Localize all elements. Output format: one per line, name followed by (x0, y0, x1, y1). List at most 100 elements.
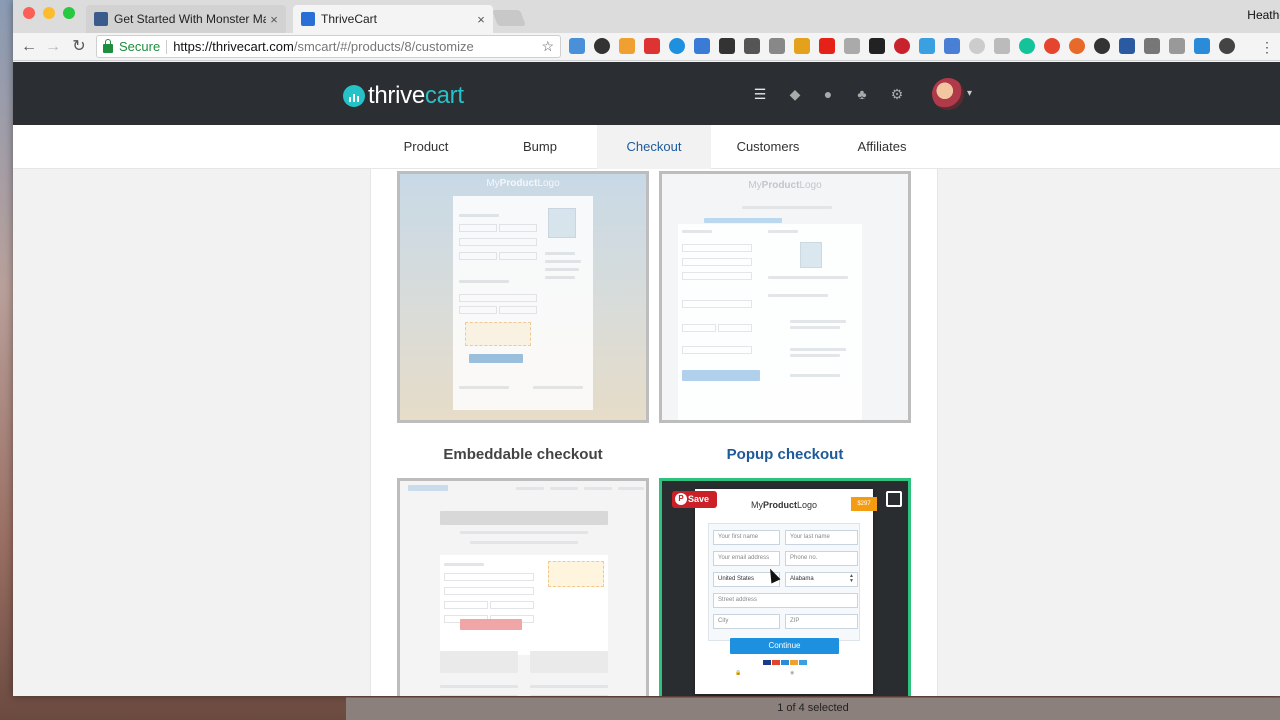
avatar[interactable] (932, 78, 964, 110)
tab-label: Get Started With Monster Mar| (114, 12, 266, 26)
tab-affiliates[interactable]: Affiliates (825, 125, 939, 169)
template-card (453, 196, 593, 410)
expand-icon[interactable] (886, 491, 902, 507)
tab-customers[interactable]: Customers (711, 125, 825, 169)
phone-field[interactable]: Phone no. (785, 551, 858, 566)
secure-badge-icon: 🔒 (735, 670, 743, 676)
extension-icon[interactable] (569, 38, 585, 54)
extension-icon[interactable] (644, 38, 660, 54)
list-icon[interactable]: ☰ (752, 86, 768, 102)
secure-label: Secure (119, 39, 161, 54)
extension-icon[interactable] (1119, 38, 1135, 54)
template-logo: MyProductLogo (750, 500, 818, 510)
extension-icon[interactable] (1144, 38, 1160, 54)
extension-icon[interactable] (744, 38, 760, 54)
extension-icon[interactable] (894, 38, 910, 54)
extension-icon[interactable] (669, 38, 685, 54)
bookmark-star-icon[interactable]: ☆ (541, 38, 554, 55)
reload-icon[interactable]: ↻ (69, 37, 89, 57)
template-thumbnail-popup[interactable]: MyProductLogo $297 Your first name Your … (659, 478, 911, 696)
extension-icon[interactable] (1169, 38, 1185, 54)
browser-tab-thrivecart[interactable]: ThriveCart × (293, 5, 493, 33)
extension-icon[interactable] (1044, 38, 1060, 54)
browser-window: Get Started With Monster Mar| × ThriveCa… (13, 0, 1280, 696)
close-tab-icon[interactable]: × (266, 12, 282, 27)
url-path: /smcart/#/products/8/customize (293, 39, 474, 54)
browser-menu-icon[interactable]: ⋮ (1260, 39, 1274, 56)
email-field[interactable]: Your email address (713, 551, 780, 566)
card-logos (763, 660, 807, 665)
logo-text: thrivecart (368, 82, 464, 109)
template-card (440, 555, 608, 655)
url-host: https://thrivecart.com (173, 39, 294, 54)
selection-status: 1 of 4 selected (777, 702, 849, 714)
mastercard-icon (772, 660, 780, 665)
extension-icon[interactable] (794, 38, 810, 54)
amex-icon (781, 660, 789, 665)
extension-icon[interactable] (694, 38, 710, 54)
url-separator (166, 39, 168, 54)
price-badge: $297 (851, 497, 877, 511)
template-card (678, 224, 862, 420)
extension-icon[interactable] (1019, 38, 1035, 54)
forward-icon[interactable]: → (43, 37, 63, 57)
profile-name[interactable]: Heathe (1247, 8, 1280, 22)
extension-icon[interactable] (919, 38, 935, 54)
browser-toolbar: ← → ↻ Secure https://thrivecart.com /smc… (13, 33, 1280, 61)
thrivecart-logo[interactable]: thrivecart (343, 82, 464, 110)
extension-icon[interactable] (869, 38, 885, 54)
user-icon[interactable]: ● (820, 86, 836, 102)
popup-form: Your first name Your last name Your emai… (708, 523, 860, 641)
template-thumbnail-standard[interactable]: MyProductLogo (397, 171, 649, 423)
back-icon[interactable]: ← (19, 37, 39, 57)
visa-icon (763, 660, 771, 665)
address-bar[interactable]: Secure https://thrivecart.com /smcart/#/… (96, 35, 561, 58)
extensions-row (569, 38, 1235, 54)
minimize-window-button[interactable] (43, 7, 55, 19)
extension-icon[interactable] (619, 38, 635, 54)
chevron-down-icon[interactable]: ▾ (967, 88, 972, 99)
template-thumbnail-multistep[interactable]: MyProductLogo (659, 171, 911, 423)
gear-icon[interactable]: ⚙ (889, 86, 905, 102)
paypal-icon (799, 660, 807, 665)
extension-icon[interactable] (1069, 38, 1085, 54)
browser-tab-monster[interactable]: Get Started With Monster Mar| × (86, 5, 286, 33)
close-window-button[interactable] (23, 7, 35, 19)
extension-icon[interactable] (819, 38, 835, 54)
extension-icon[interactable] (1094, 38, 1110, 54)
template-logo: MyProductLogo (486, 178, 560, 189)
tab-bump[interactable]: Bump (483, 125, 597, 169)
embeddable-checkout-caption: Embeddable checkout (443, 446, 603, 463)
city-field[interactable]: City (713, 614, 780, 629)
tab-product[interactable]: Product (369, 125, 483, 169)
tab-checkout[interactable]: Checkout (597, 125, 711, 169)
app-header: thrivecart ☰ ◆ ● ♣ ⚙ ▾ (13, 62, 1280, 125)
pinterest-save-button[interactable]: Save (672, 491, 717, 508)
extension-icon[interactable] (844, 38, 860, 54)
extension-icon[interactable] (969, 38, 985, 54)
handshake-icon[interactable]: ♣ (854, 86, 870, 102)
popup-checkout-caption: Popup checkout (726, 446, 844, 463)
new-tab-button[interactable] (492, 10, 526, 26)
zip-field[interactable]: ZIP (785, 614, 858, 629)
maximize-window-button[interactable] (63, 7, 75, 19)
continue-button[interactable]: Continue (730, 638, 839, 654)
extension-icon[interactable] (944, 38, 960, 54)
tag-icon[interactable]: ◆ (787, 86, 803, 102)
extension-icon[interactable] (1194, 38, 1210, 54)
extension-icon[interactable] (769, 38, 785, 54)
discover-icon (790, 660, 798, 665)
monster-favicon-icon (94, 12, 108, 26)
extension-icon[interactable] (594, 38, 610, 54)
extension-icon[interactable] (719, 38, 735, 54)
last-name-field[interactable]: Your last name (785, 530, 858, 545)
thrivecart-favicon-icon (301, 12, 315, 26)
template-thumbnail-embeddable[interactable] (397, 478, 649, 696)
tab-label: ThriveCart (321, 12, 378, 26)
state-select[interactable]: Alabama ▲ ▼ (785, 572, 858, 587)
close-tab-icon[interactable]: × (473, 12, 489, 27)
extension-icon[interactable] (1219, 38, 1235, 54)
first-name-field[interactable]: Your first name (713, 530, 780, 545)
extension-icon[interactable] (994, 38, 1010, 54)
street-address-field[interactable]: Street address (713, 593, 858, 608)
